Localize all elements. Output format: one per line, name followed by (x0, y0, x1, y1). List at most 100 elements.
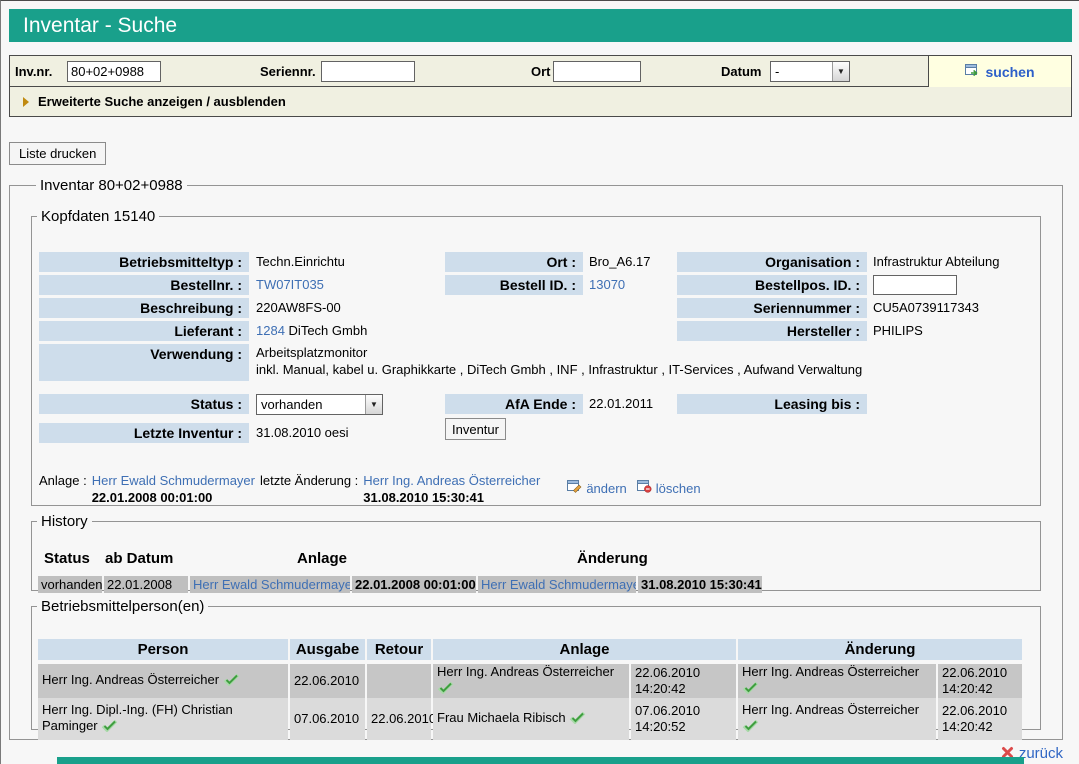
lieferant-value: 1284 DiTech Gmbh (256, 321, 367, 341)
persons-header-aenderung: Änderung (738, 639, 1022, 660)
datum-select[interactable]: - ▼ (770, 61, 850, 82)
verwendung-label: Verwendung : (39, 344, 249, 381)
person-cell: Herr Ing. Dipl.-Ing. (FH) Christian Pami… (38, 698, 288, 740)
persons-row: Herr Ing. Andreas Österreicher 22.06.201… (38, 664, 1022, 696)
persons-legend: Betriebsmittelperson(en) (37, 598, 208, 615)
invnr-label: Inv.nr. (15, 56, 52, 87)
ort-field-label: Ort : (445, 252, 583, 272)
advanced-search-toggle[interactable]: Erweiterte Suche anzeigen / ausblenden (10, 87, 1071, 116)
datum-label: Datum (721, 56, 761, 87)
search-panel: Inv.nr. Seriennr. Ort Datum - ▼ suchen E… (9, 55, 1072, 117)
hersteller-value: PHILIPS (873, 321, 923, 341)
history-anlage-person-cell: Herr Ewald Schmudermayer (190, 576, 350, 593)
aenderung-date-cell: 22.06.201014:20:42 (938, 698, 1022, 740)
letzte-aenderung-person-link[interactable]: Herr Ing. Andreas Österreicher (363, 472, 540, 489)
triangle-right-icon (23, 97, 29, 107)
green-check-icon (223, 673, 240, 690)
retour-cell: 22.06.2010 (367, 698, 431, 740)
anlage-person-cell: Herr Ing. Andreas Österreicher (433, 664, 629, 698)
ausgabe-cell: 22.06.2010 (290, 664, 365, 698)
history-header-anlage: Anlage (297, 550, 347, 567)
status-label: Status : (39, 394, 249, 414)
green-check-icon (437, 681, 454, 698)
suchen-button[interactable]: suchen (985, 64, 1034, 80)
datum-select-value: - (771, 64, 832, 79)
aenderung-datum: 22.06.2010 (942, 665, 1007, 681)
history-header-status: Status (44, 550, 90, 567)
anlage-date-cell: 22.06.201014:20:42 (631, 664, 736, 698)
search-fields-row: Inv.nr. Seriennr. Ort Datum - ▼ suchen (10, 56, 1071, 87)
aendern-link[interactable]: ändern (586, 480, 626, 497)
anlage-date-cell: 07.06.201014:20:52 (631, 698, 736, 740)
retour-cell (367, 664, 431, 698)
afa-ende-label: AfA Ende : (445, 394, 583, 414)
ort-field-value: Bro_A6.17 (589, 252, 650, 272)
ausgabe-cell: 07.06.2010 (290, 698, 365, 740)
letzte-inventur-label: Letzte Inventur : (39, 423, 249, 443)
seriennr-input[interactable] (321, 61, 415, 82)
search-submit-icon (965, 64, 980, 80)
green-check-icon (569, 711, 586, 728)
aenderung-zeit: 14:20:42 (942, 719, 993, 735)
leasing-bis-label: Leasing bis : (677, 394, 867, 414)
invnr-input[interactable] (67, 61, 161, 82)
loeschen-link[interactable]: löschen (656, 480, 701, 497)
history-aenderung-person-cell: Herr Ewald Schmudermayer (478, 576, 636, 593)
green-check-icon (101, 719, 118, 736)
inventur-button[interactable]: Inventur (445, 418, 506, 440)
bestellid-label: Bestell ID. : (445, 275, 583, 295)
person-name: Herr Ing. Andreas Österreicher (42, 672, 219, 687)
kopfdaten-fieldset: Kopfdaten 15140 Betriebsmitteltyp : Tech… (31, 208, 1041, 506)
history-header-aenderung: Änderung (577, 550, 648, 567)
person-name: Herr Ing. Dipl.-Ing. (FH) Christian Pami… (42, 702, 233, 733)
history-aenderung-person-link[interactable]: Herr Ewald Schmudermayer (481, 577, 636, 592)
betriebsmitteltyp-value: Techn.Einrichtu (256, 252, 345, 272)
organisation-label: Organisation : (677, 252, 867, 272)
bestellid-link[interactable]: 13070 (589, 275, 625, 295)
anlage-timestamp: 22.01.2008 00:01:00 (92, 489, 255, 506)
liste-drucken-button[interactable]: Liste drucken (9, 142, 106, 165)
persons-header-retour: Retour (367, 639, 431, 660)
history-legend: History (37, 513, 92, 530)
bestellposid-label: Bestellpos. ID. : (677, 275, 867, 295)
seriennummer-label: Seriennummer : (677, 298, 867, 318)
letzte-aenderung-label: letzte Änderung : (260, 472, 358, 489)
green-check-icon (742, 681, 759, 698)
lieferant-name: DiTech Gmbh (289, 323, 368, 338)
bestellnr-label: Bestellnr. : (39, 275, 249, 295)
organisation-value: Infrastruktur Abteilung (873, 252, 999, 272)
kopfdaten-legend: Kopfdaten 15140 (37, 208, 159, 225)
letzte-inventur-value: 31.08.2010 oesi (256, 423, 349, 443)
inventar-fieldset: Inventar 80+02+0988 Kopfdaten 15140 Betr… (9, 177, 1063, 740)
anlage-person-name: Herr Ing. Andreas Österreicher (437, 664, 614, 679)
zurueck-link[interactable]: zurück (1019, 745, 1063, 762)
verwendung-line2: inkl. Manual, kabel u. Graphikkarte , Di… (256, 361, 862, 378)
letzte-aenderung-timestamp: 31.08.2010 15:30:41 (363, 489, 540, 506)
status-select[interactable]: vorhanden ▼ (256, 394, 383, 415)
seriennr-label: Seriennr. (260, 56, 316, 87)
history-header-ab-datum: ab Datum (105, 550, 173, 567)
bestellposid-input[interactable] (873, 275, 957, 295)
anlage-person-link[interactable]: Herr Ewald Schmudermayer (92, 472, 255, 489)
chevron-down-icon: ▼ (365, 395, 382, 414)
seriennummer-value: CU5A0739117343 (873, 298, 979, 318)
history-aenderung-zeit: 31.08.2010 15:30:41 (638, 576, 762, 593)
chevron-down-icon: ▼ (832, 62, 849, 81)
suchen-cell: suchen (928, 56, 1071, 87)
aenderung-person-cell: Herr Ing. Andreas Österreicher (738, 698, 936, 740)
ort-input[interactable] (553, 61, 641, 82)
lieferant-code-link[interactable]: 1284 (256, 323, 285, 338)
page-title: Inventar - Suche (9, 9, 1072, 42)
persons-row: Herr Ing. Dipl.-Ing. (FH) Christian Pami… (38, 698, 1022, 740)
aenderung-datum: 22.06.2010 (942, 703, 1007, 719)
status-select-value: vorhanden (257, 397, 365, 412)
anlage-label: Anlage : (39, 472, 87, 489)
bestellnr-link[interactable]: TW07IT035 (256, 275, 324, 295)
afa-ende-value: 22.01.2011 (589, 394, 653, 414)
aenderung-person-cell: Herr Ing. Andreas Österreicher (738, 664, 936, 698)
persons-header-person: Person (38, 639, 288, 660)
anlage-person-name: Frau Michaela Ribisch (437, 710, 566, 725)
aenderung-person-name: Herr Ing. Andreas Österreicher (742, 702, 919, 717)
ort-label: Ort (531, 56, 551, 87)
history-anlage-person-link[interactable]: Herr Ewald Schmudermayer (193, 577, 350, 592)
